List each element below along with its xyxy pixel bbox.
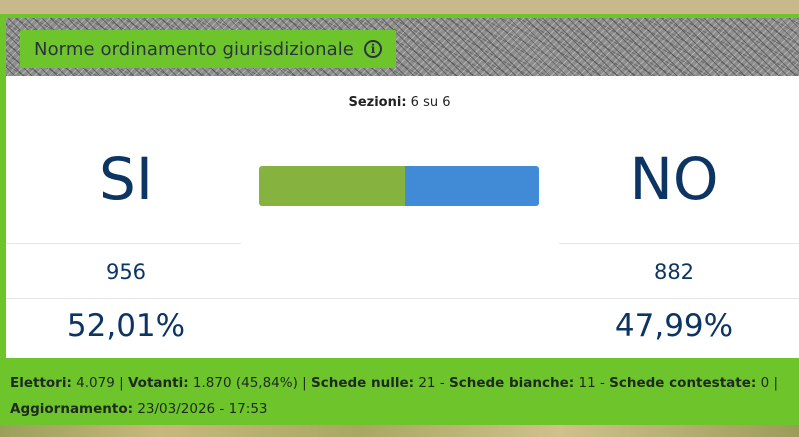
- aggiornamento-label: Aggiornamento:: [10, 401, 134, 417]
- sezioni-label: Sezioni:: [348, 95, 407, 110]
- info-icon[interactable]: i: [363, 40, 382, 58]
- card-header: Norme ordinamento giurisdizionale i: [6, 18, 799, 76]
- no-votes: 882: [653, 260, 695, 284]
- yes-percent: 52,01%: [66, 308, 186, 344]
- divider: [559, 243, 799, 244]
- yes-votes: 956: [105, 260, 147, 284]
- divider: [6, 243, 241, 244]
- elettori-label: Elettori:: [10, 375, 72, 391]
- bianche-value: 11: [578, 375, 596, 391]
- no-percent: 47,99%: [614, 308, 734, 344]
- result-bar: [259, 166, 539, 206]
- stats-footer: Elettori: 4.079 | Votanti: 1.870 (45,84%…: [10, 375, 779, 417]
- elettori-value: 4.079: [76, 375, 115, 391]
- results-panel: Sezioni: 6 su 6 SI NO 956 882 52,01% 47,…: [6, 76, 799, 358]
- no-label: NO: [629, 145, 719, 213]
- divider: [6, 298, 799, 299]
- votanti-value: 1.870 (45,84%): [192, 375, 298, 391]
- no-bar-segment: [404, 166, 539, 206]
- aggiornamento-value: 23/03/2026 - 17:53: [137, 401, 268, 417]
- nulle-label: Schede nulle:: [311, 375, 415, 391]
- title-pill: Norme ordinamento giurisdizionale i: [20, 30, 396, 68]
- yes-label: SI: [99, 145, 153, 213]
- referendum-card: Norme ordinamento giurisdizionale i Sezi…: [0, 14, 799, 425]
- nulle-value: 21: [418, 375, 436, 391]
- sezioni-value: 6 su 6: [410, 95, 451, 110]
- bianche-label: Schede bianche:: [449, 375, 575, 391]
- sezioni-status: Sezioni: 6 su 6: [6, 95, 793, 110]
- yes-bar-segment: [259, 166, 405, 206]
- contestate-label: Schede contestate:: [609, 375, 757, 391]
- contestate-value: 0: [760, 375, 770, 391]
- card-title: Norme ordinamento giurisdizionale: [34, 38, 354, 60]
- votanti-label: Votanti:: [127, 375, 189, 391]
- background-image-strip: [0, 425, 799, 437]
